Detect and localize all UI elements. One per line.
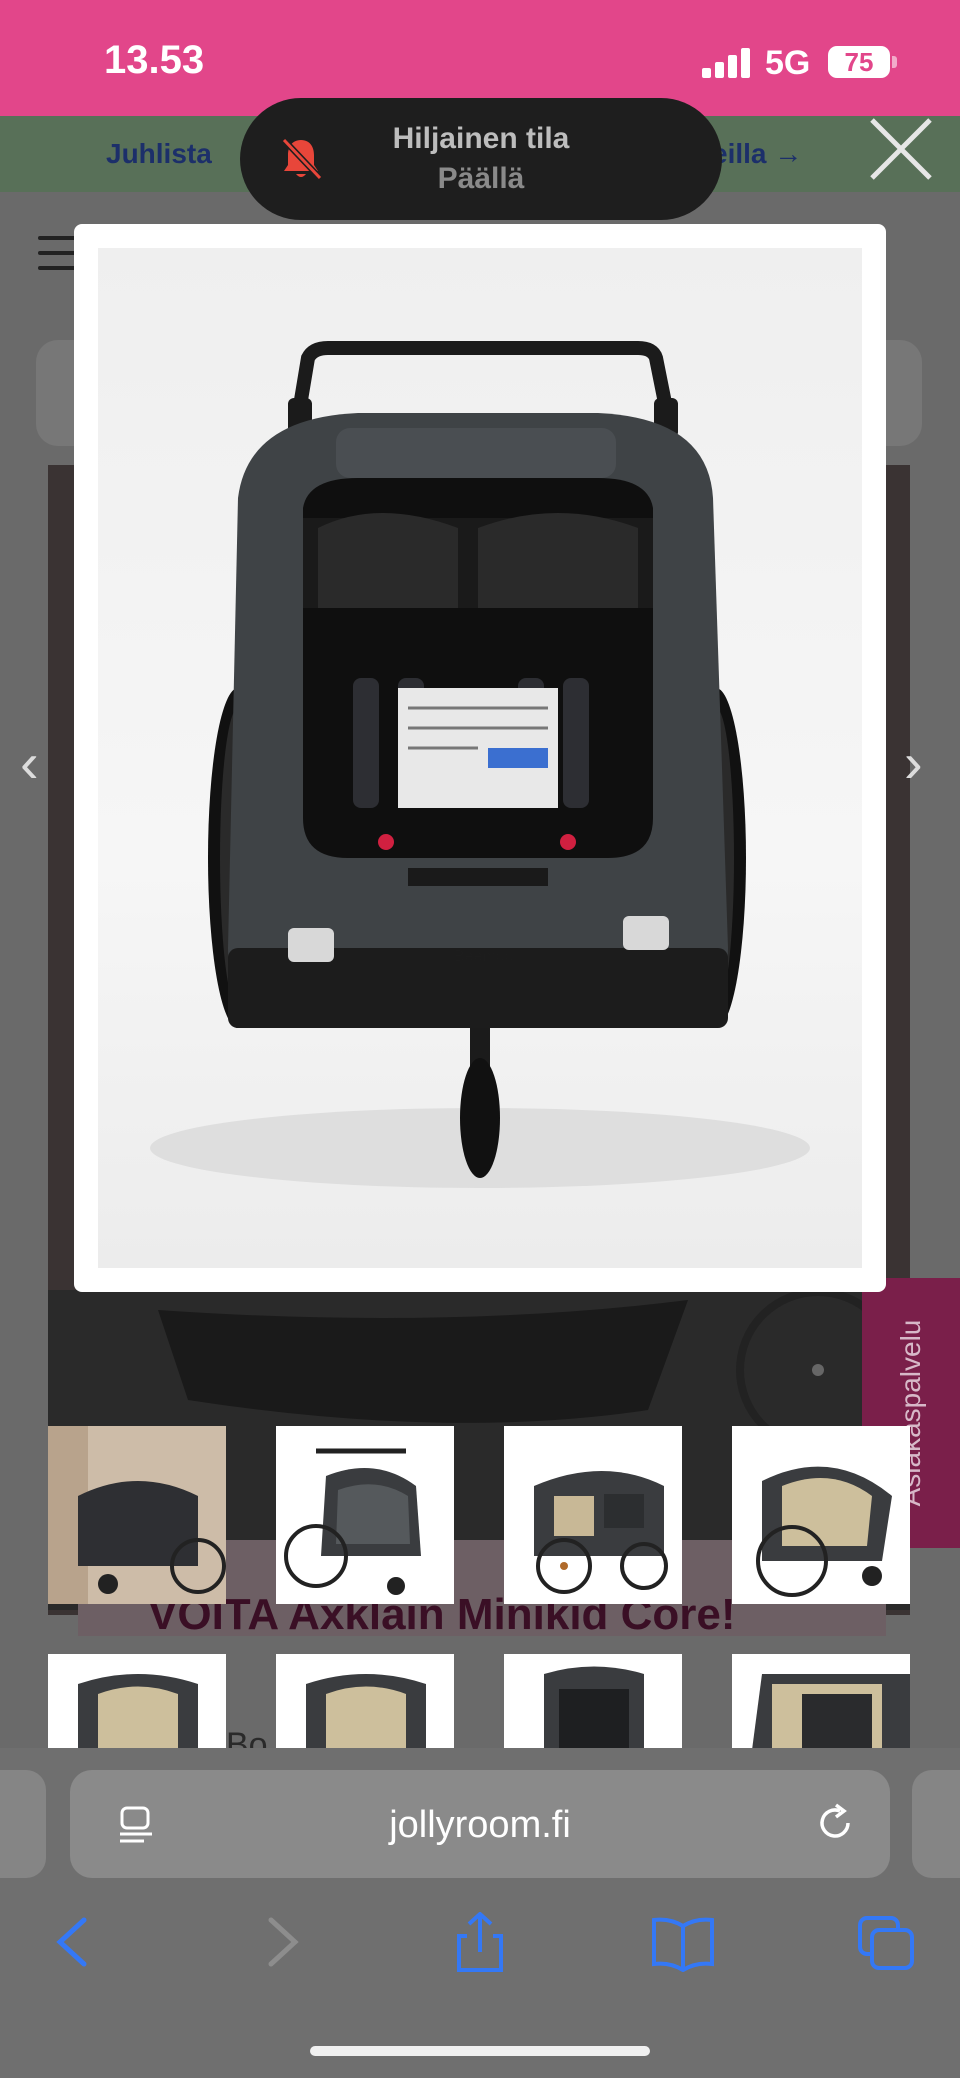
share-icon[interactable] xyxy=(445,1912,515,1972)
close-icon[interactable] xyxy=(866,114,936,184)
notification-subtitle: Päällä xyxy=(437,162,525,195)
gallery-prev-arrow[interactable]: ‹ xyxy=(20,730,39,795)
thumbnail-2[interactable] xyxy=(276,1426,454,1604)
status-time: 13.53 xyxy=(104,38,205,82)
home-indicator xyxy=(310,2046,650,2056)
thumbnail-6[interactable] xyxy=(276,1654,454,1750)
silent-mode-notification: Hiljainen tila Päällä xyxy=(240,98,722,220)
thumbnail-1[interactable] xyxy=(48,1426,226,1604)
thumbnail-3[interactable] xyxy=(504,1426,682,1604)
battery-nub xyxy=(892,56,897,68)
menu-icon[interactable] xyxy=(38,236,78,270)
tabs-icon[interactable] xyxy=(852,1912,922,1972)
network-type: 5G xyxy=(765,44,811,82)
url-text: jollyroom.fi xyxy=(389,1804,571,1846)
reload-icon[interactable] xyxy=(812,1800,858,1846)
cellular-signal-icon xyxy=(702,48,750,78)
notification-title: Hiljainen tila xyxy=(392,122,570,155)
thumbnail-8[interactable] xyxy=(732,1654,910,1750)
forward-icon[interactable] xyxy=(245,1912,315,1972)
battery-icon: 75 xyxy=(828,46,890,78)
bookmarks-icon[interactable] xyxy=(648,1912,718,1972)
next-tab-peek[interactable] xyxy=(912,1770,960,1878)
previous-tab-peek[interactable] xyxy=(0,1770,46,1878)
thumbnail-7[interactable] xyxy=(504,1654,682,1750)
promo-text-left: Juhlista xyxy=(106,138,212,169)
address-bar[interactable]: jollyroom.fi xyxy=(70,1770,890,1878)
image-lightbox: Beemoo xyxy=(74,224,886,1292)
promo-text-right: eilla → xyxy=(712,138,803,169)
gallery-next-arrow[interactable]: › xyxy=(904,730,923,795)
product-photo: Beemoo xyxy=(98,248,862,1268)
back-icon[interactable] xyxy=(40,1912,110,1972)
brand-mark: Beemoo xyxy=(454,948,514,965)
thumbnail-5[interactable] xyxy=(48,1654,226,1750)
thumbnail-4[interactable] xyxy=(732,1426,910,1604)
